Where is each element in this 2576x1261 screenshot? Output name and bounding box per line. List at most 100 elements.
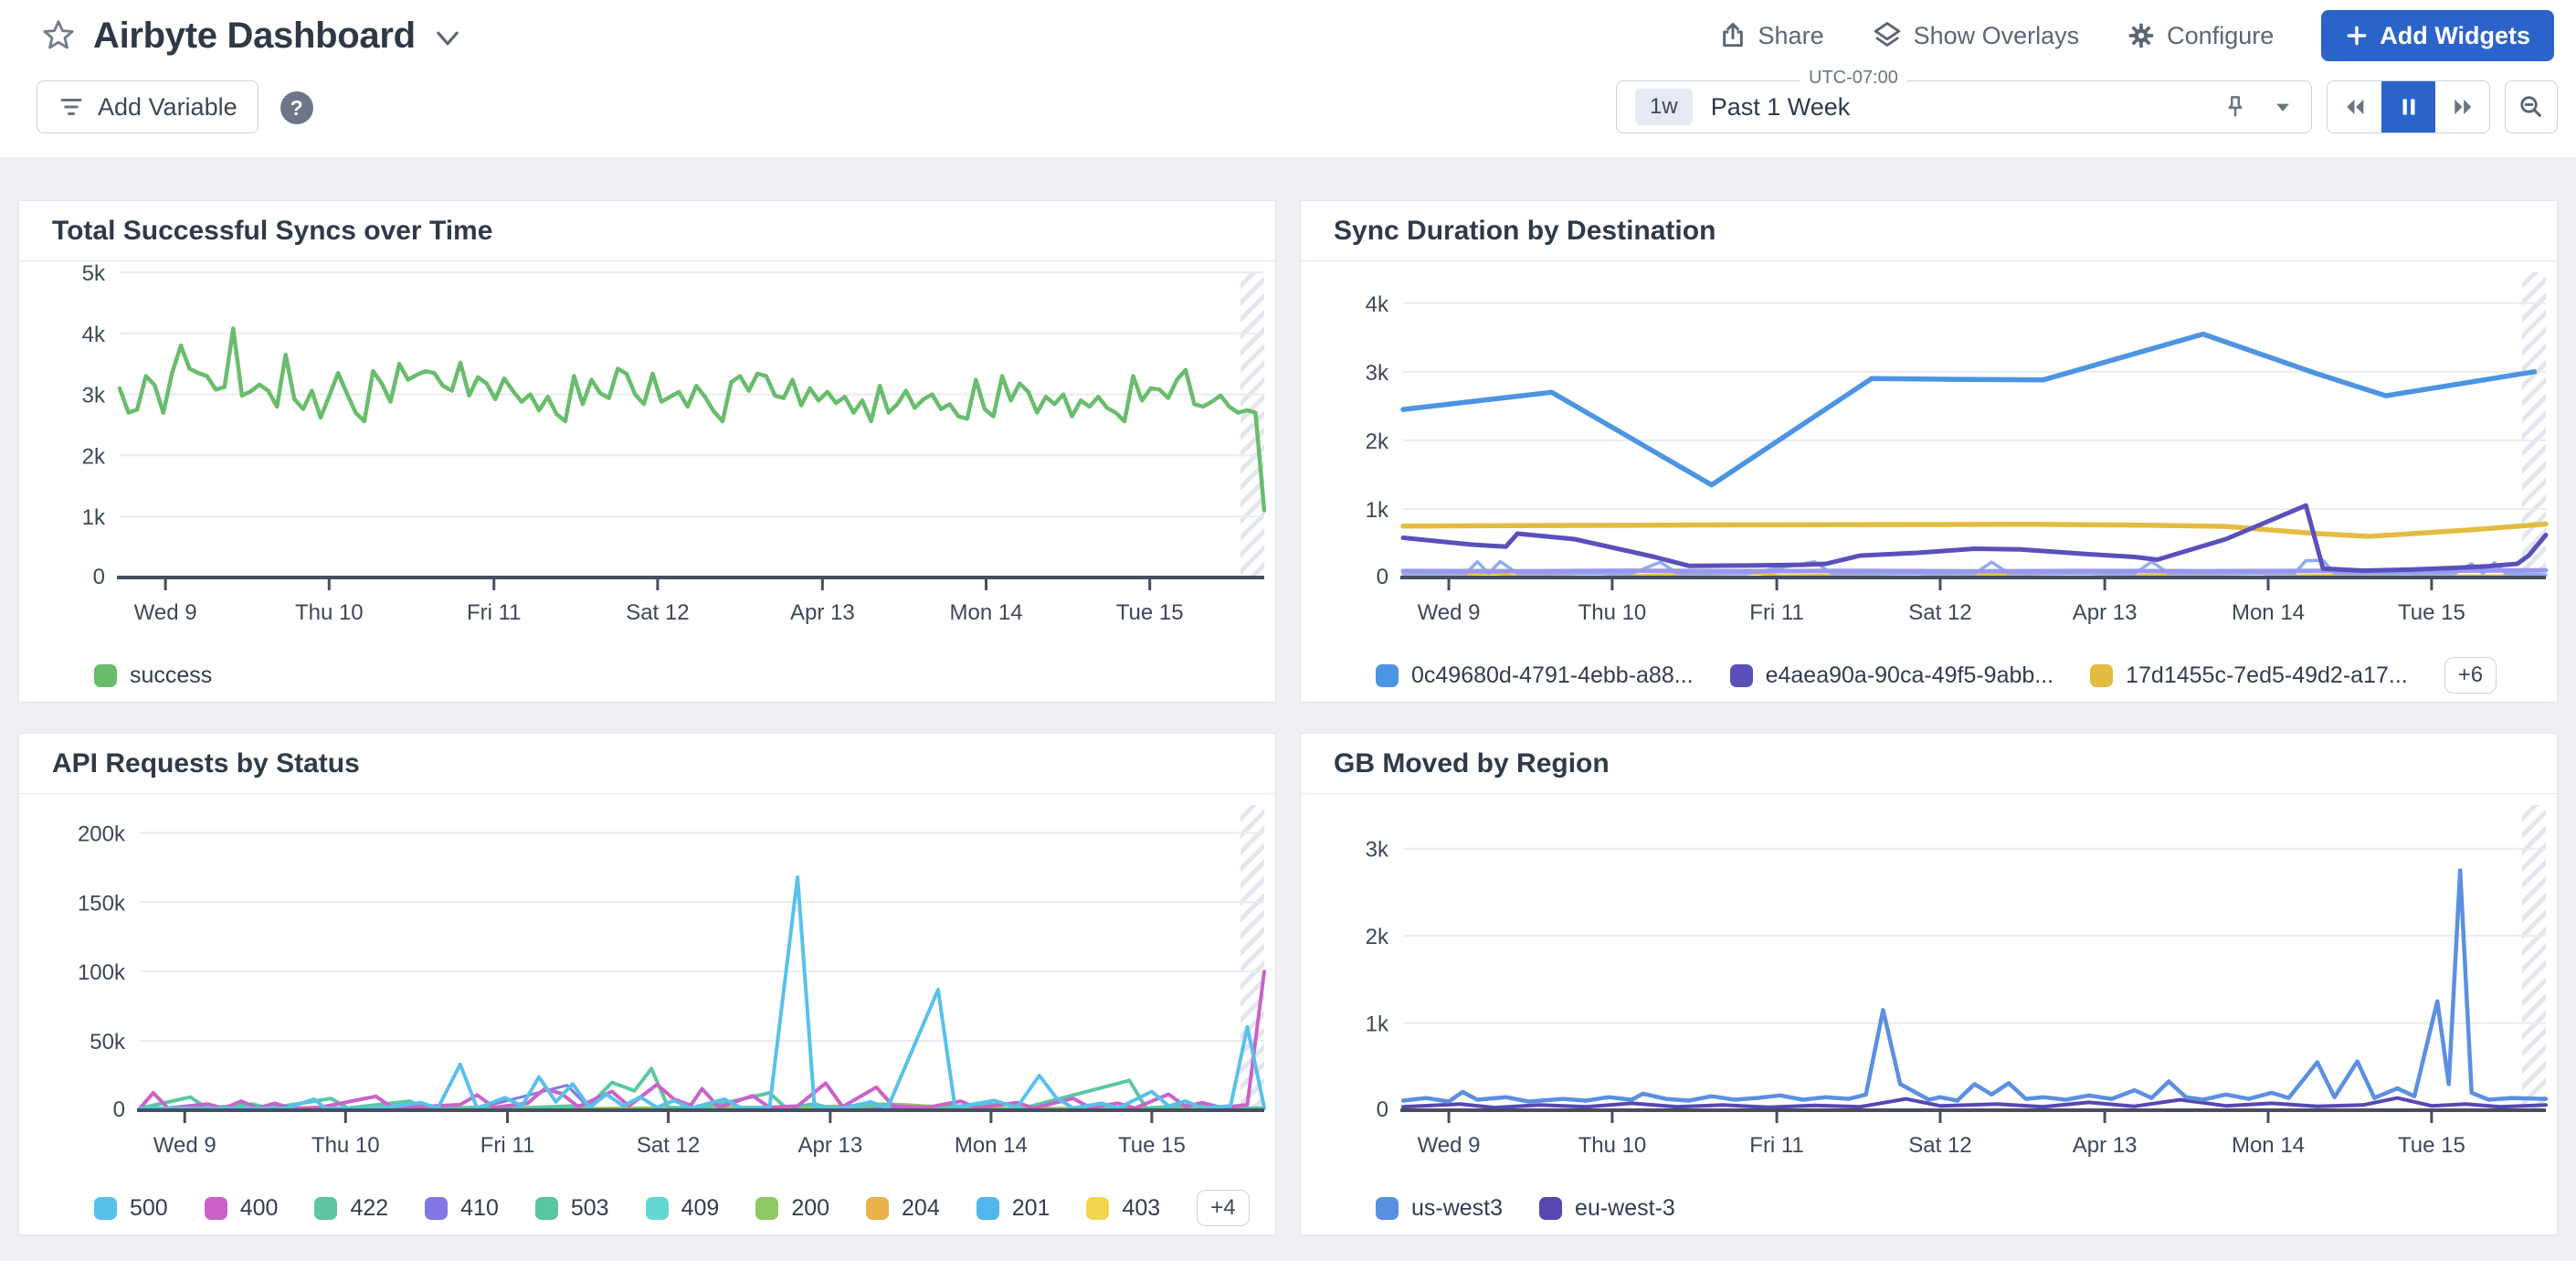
widget-total-successful-syncs: Total Successful Syncs over Time 01k2k3k… [18, 200, 1276, 703]
legend-swatch [425, 1197, 448, 1220]
svg-text:Wed 9: Wed 9 [1418, 1133, 1481, 1158]
legend-label: 403 [1122, 1195, 1160, 1222]
zoom-out-icon [2518, 93, 2545, 121]
time-range-chip: 1w [1635, 89, 1693, 125]
legend-item[interactable]: 410 [425, 1195, 499, 1222]
legend-swatch [535, 1197, 558, 1220]
svg-text:Fri 11: Fri 11 [467, 600, 522, 625]
svg-text:Sat 12: Sat 12 [626, 600, 689, 625]
time-pause-button[interactable] [2381, 81, 2435, 132]
legend-item[interactable]: us-west3 [1376, 1195, 1503, 1222]
configure-label: Configure [2167, 22, 2274, 50]
svg-text:50k: 50k [90, 1030, 126, 1054]
show-overlays-button[interactable]: Show Overlays [1872, 20, 2080, 51]
chart-gb-moved-by-region[interactable]: 01k2k3kWed 9Thu 10Fri 11Sat 12Apr 13Mon … [1301, 794, 2557, 1182]
chart-total-successful-syncs[interactable]: 01k2k3k4k5kWed 9Thu 10Fri 11Sat 12Apr 13… [19, 261, 1275, 649]
svg-text:Fri 11: Fri 11 [1749, 1133, 1804, 1158]
time-backward-button[interactable] [2328, 81, 2381, 132]
svg-text:Sat 12: Sat 12 [637, 1133, 700, 1158]
svg-text:Mon 14: Mon 14 [2232, 1133, 2305, 1158]
svg-text:150k: 150k [78, 891, 126, 916]
legend-item[interactable]: 500 [94, 1195, 168, 1222]
svg-text:Fri 11: Fri 11 [480, 1133, 535, 1158]
legend-label: us-west3 [1411, 1195, 1503, 1222]
legend-item[interactable]: 409 [646, 1195, 720, 1222]
add-widgets-button[interactable]: Add Widgets [2321, 10, 2554, 61]
legend-label: success [130, 662, 212, 689]
svg-text:Thu 10: Thu 10 [1578, 600, 1647, 625]
legend-swatch [646, 1197, 669, 1220]
svg-text:Apr 13: Apr 13 [790, 600, 855, 625]
legend-item[interactable]: eu-west-3 [1539, 1195, 1675, 1222]
widget-title: Total Successful Syncs over Time [19, 201, 1275, 261]
svg-text:Sat 12: Sat 12 [1908, 600, 1971, 625]
legend-item[interactable]: 503 [535, 1195, 609, 1222]
share-button[interactable]: Share [1718, 21, 1824, 50]
legend-item[interactable]: 17d1455c-7ed5-49d2-a17... [2090, 662, 2408, 689]
legend-swatch [205, 1197, 227, 1220]
pause-icon [2397, 95, 2421, 119]
legend-more-button[interactable]: +6 [2444, 657, 2497, 694]
chart-sync-duration-by-destination[interactable]: 01k2k3k4kWed 9Thu 10Fri 11Sat 12Apr 13Mo… [1301, 261, 2557, 649]
svg-text:3k: 3k [1366, 361, 1389, 386]
favorite-star-icon[interactable] [40, 17, 77, 54]
svg-text:1k: 1k [82, 505, 106, 530]
help-button[interactable]: ? [280, 91, 313, 124]
svg-text:Apr 13: Apr 13 [797, 1133, 862, 1158]
legend-label: 204 [902, 1195, 940, 1222]
widget-sync-duration-by-destination: Sync Duration by Destination 01k2k3k4kWe… [1300, 200, 2558, 703]
add-variable-button[interactable]: Add Variable [37, 80, 259, 133]
svg-text:2k: 2k [1366, 925, 1389, 949]
legend-label: 201 [1012, 1195, 1050, 1222]
legend-swatch [977, 1197, 999, 1220]
show-overlays-label: Show Overlays [1914, 22, 2080, 50]
overlays-layers-icon [1872, 20, 1903, 51]
svg-text:Thu 10: Thu 10 [295, 600, 364, 625]
pin-icon[interactable] [2222, 93, 2249, 121]
legend-swatch [1086, 1197, 1109, 1220]
legend-item[interactable]: 204 [866, 1195, 940, 1222]
rewind-icon [2342, 94, 2368, 120]
svg-text:Wed 9: Wed 9 [134, 600, 197, 625]
time-range-label: Past 1 Week [1711, 93, 1851, 122]
legend-label: e4aea90a-90ca-49f5-9abb... [1766, 662, 2054, 689]
svg-text:1k: 1k [1366, 498, 1389, 523]
time-dropdown-caret-icon[interactable] [2273, 97, 2293, 117]
chart-api-requests-by-status[interactable]: 050k100k150k200kWed 9Thu 10Fri 11Sat 12A… [19, 794, 1275, 1182]
dashboard-header: Airbyte Dashboard Share Show Overlays [0, 0, 2576, 157]
title-chevron-down-icon[interactable] [436, 30, 459, 47]
svg-text:Tue 15: Tue 15 [2398, 600, 2465, 625]
legend-more-button[interactable]: +4 [1197, 1190, 1249, 1226]
share-icon [1718, 21, 1747, 50]
svg-text:0: 0 [1377, 1097, 1388, 1122]
time-range-picker[interactable]: UTC-07:00 1w Past 1 Week [1616, 80, 2312, 133]
legend-item[interactable]: success [94, 662, 212, 689]
legend-item[interactable]: 400 [205, 1195, 279, 1222]
svg-text:Tue 15: Tue 15 [1116, 600, 1184, 625]
plus-icon [2345, 24, 2369, 48]
legend-item[interactable]: 0c49680d-4791-4ebb-a88... [1376, 662, 1694, 689]
svg-text:Wed 9: Wed 9 [153, 1133, 216, 1158]
zoom-out-button[interactable] [2505, 80, 2558, 133]
legend-label: eu-west-3 [1575, 1195, 1675, 1222]
configure-button[interactable]: Configure [2127, 21, 2274, 50]
svg-text:Apr 13: Apr 13 [2073, 600, 2138, 625]
svg-text:200k: 200k [78, 821, 126, 846]
svg-text:Apr 13: Apr 13 [2073, 1133, 2138, 1158]
svg-text:0: 0 [93, 565, 105, 589]
widget-gb-moved-by-region: GB Moved by Region 01k2k3kWed 9Thu 10Fri… [1300, 733, 2558, 1235]
legend-swatch [1730, 664, 1753, 687]
legend-item[interactable]: 200 [755, 1195, 829, 1222]
widget-grid: Total Successful Syncs over Time 0 1k 2k 3k… [0, 157, 2576, 1235]
svg-text:3k: 3k [82, 384, 106, 408]
legend-item[interactable]: 403 [1086, 1195, 1160, 1222]
legend-label: 503 [571, 1195, 609, 1222]
svg-text:Mon 14: Mon 14 [2232, 600, 2305, 625]
filter-icon [58, 93, 85, 121]
legend-item[interactable]: e4aea90a-90ca-49f5-9abb... [1730, 662, 2054, 689]
legend-item[interactable]: 422 [314, 1195, 388, 1222]
legend-label: 410 [460, 1195, 499, 1222]
legend-item[interactable]: 201 [977, 1195, 1050, 1222]
widget-api-requests-by-status: API Requests by Status 050k100k150k200kW… [18, 733, 1276, 1235]
time-forward-button[interactable] [2435, 81, 2489, 132]
